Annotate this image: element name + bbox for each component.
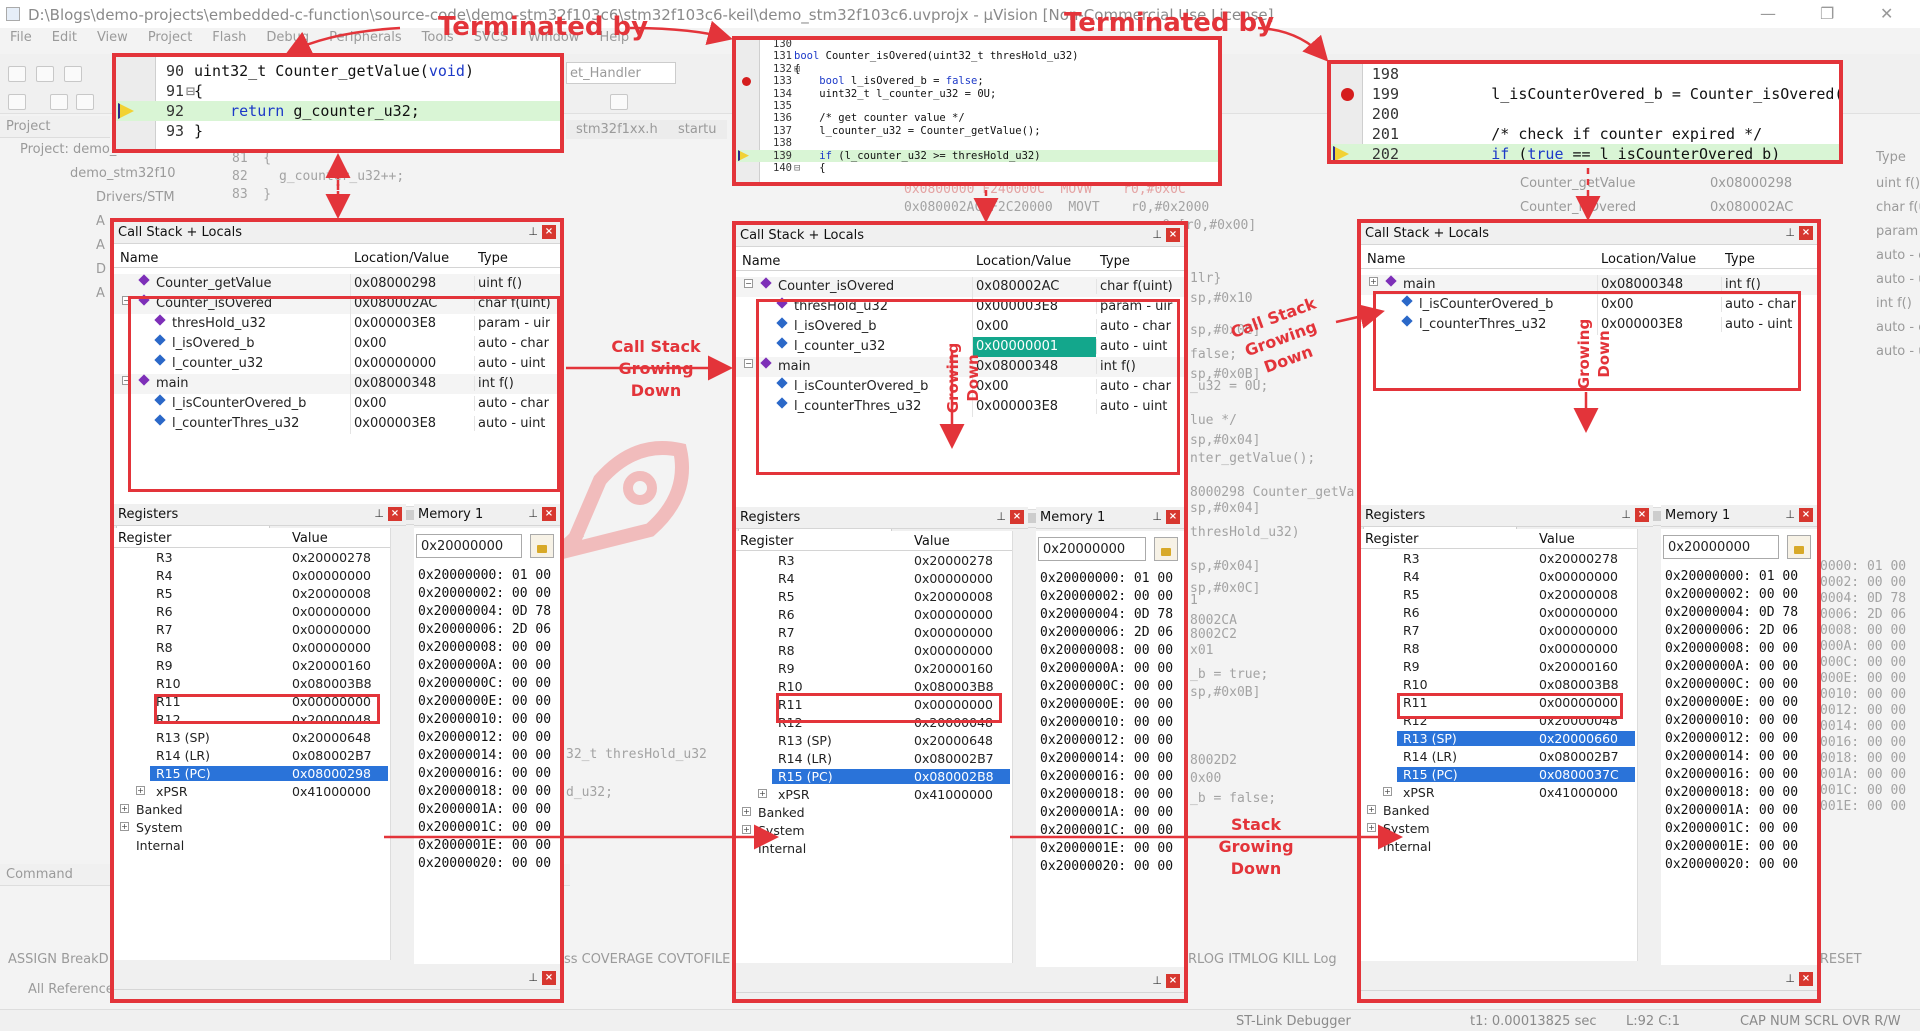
annotation-terminated-by-2: Terminated by <box>1064 8 1275 38</box>
arrow-call-stack-2 <box>1335 304 1385 329</box>
arrow-terminated-left <box>285 26 401 55</box>
annotation-call-stack-growing-down-1: Call Stack Growing Down <box>611 337 701 400</box>
annotation-growing-down-1: Growing Down <box>944 342 982 414</box>
tutorial-composite: D:\Blogs\demo-projects\embedded-c-functi… <box>0 0 1920 1031</box>
annotation-growing-down-2: Growing Down <box>1575 318 1613 390</box>
annotation-stack-growing-down: Stack Growing Down <box>1218 815 1294 878</box>
annotation-terminated-by-1: Terminated by <box>438 12 649 42</box>
annotation-arrows <box>285 20 1601 850</box>
